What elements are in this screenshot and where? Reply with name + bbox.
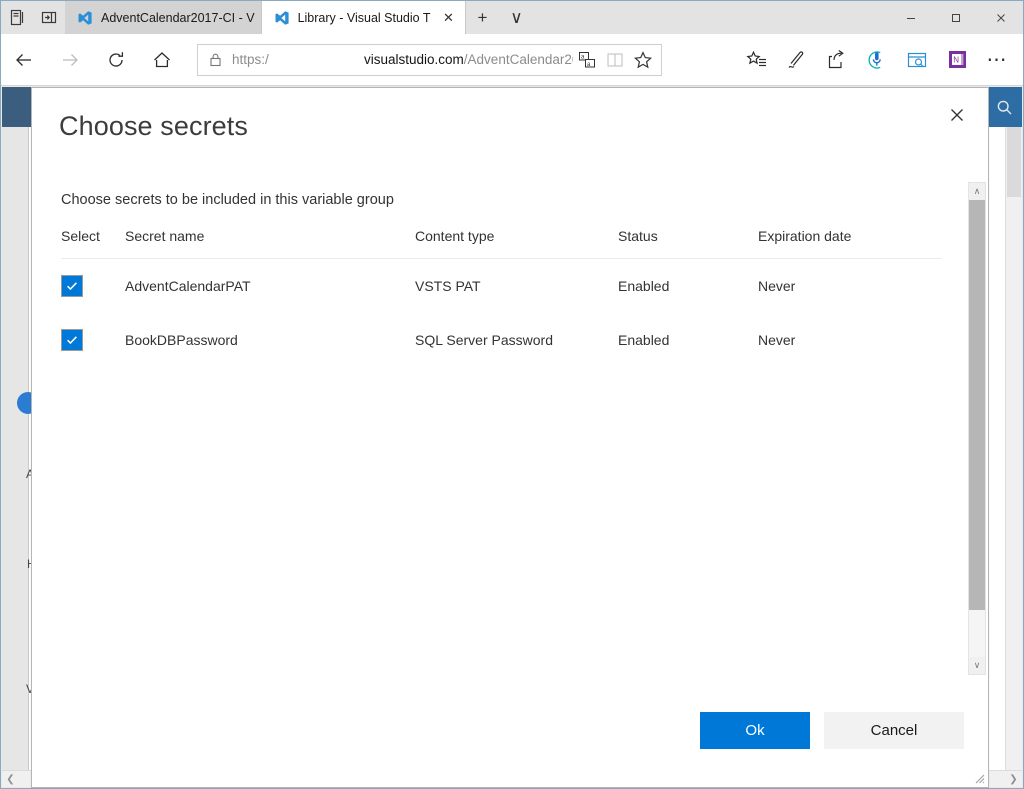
back-icon[interactable]	[4, 40, 44, 80]
more-icon[interactable]: ⋯	[977, 40, 1017, 80]
svg-text:N: N	[953, 56, 959, 65]
resize-grip[interactable]	[971, 770, 985, 784]
visual-studio-icon	[77, 10, 93, 26]
web-note-icon[interactable]	[777, 40, 817, 80]
url-text[interactable]: https:/ visualstudio.com/AdventCalendar2…	[226, 45, 573, 75]
row-select-cell	[61, 313, 125, 367]
tab-list-chevron-down-icon[interactable]: ∨	[500, 1, 534, 34]
choose-secrets-dialog: Choose secrets Choose secrets to be incl…	[31, 87, 989, 788]
secret-checkbox[interactable]	[61, 329, 83, 351]
tab-strip: AdventCalendar2017-CI - V Library - Visu…	[1, 1, 1023, 34]
row-content-type: SQL Server Password	[415, 332, 553, 348]
row-secret-name: AdventCalendarPAT	[125, 278, 251, 294]
secrets-table: Select Secret name Content type Status E…	[61, 228, 941, 367]
ok-button[interactable]: Ok	[700, 712, 810, 749]
tabs-you-set-aside-icon[interactable]	[33, 1, 65, 34]
url-host-and-path: visualstudio.com/AdventCalendar2017	[364, 52, 573, 67]
maximize-button[interactable]	[933, 1, 978, 34]
translate-icon[interactable]: a a	[573, 46, 601, 74]
scroll-up-icon[interactable]: ∧	[969, 183, 985, 200]
row-status: Enabled	[618, 332, 670, 348]
search-icon[interactable]	[986, 87, 1022, 127]
minimize-button[interactable]	[888, 1, 933, 34]
browser-toolbar-actions: N ⋯	[737, 40, 1023, 80]
column-header-status: Status	[618, 228, 758, 259]
url-path-text: /AdventCalendar2017	[463, 52, 573, 67]
row-content-type: VSTS PAT	[415, 278, 481, 294]
scroll-down-icon[interactable]: ∨	[969, 657, 985, 674]
reading-view-icon[interactable]	[601, 46, 629, 74]
column-header-secret-name: Secret name	[125, 228, 415, 259]
reading-list-icon[interactable]	[897, 40, 937, 80]
dialog-subtitle: Choose secrets to be included in this va…	[61, 192, 394, 208]
table-row[interactable]: AdventCalendarPAT VSTS PAT Enabled Never	[61, 259, 941, 314]
navigation-toolbar: https:/ visualstudio.com/AdventCalendar2…	[1, 34, 1023, 86]
scroll-left-icon[interactable]: ❮	[2, 771, 19, 788]
column-header-content-type: Content type	[415, 228, 618, 259]
secrets-table-header-row: Select Secret name Content type Status E…	[61, 228, 941, 259]
dialog-title: Choose secrets	[59, 111, 248, 141]
page-left-sidebar	[2, 127, 29, 787]
favorites-hub-icon[interactable]	[737, 40, 777, 80]
star-icon[interactable]	[629, 46, 657, 74]
address-bar[interactable]: https:/ visualstudio.com/AdventCalendar2…	[197, 43, 662, 76]
row-select-cell	[61, 259, 125, 314]
close-window-button[interactable]	[978, 1, 1023, 34]
browser-tab-1-title: AdventCalendar2017-CI - V	[101, 10, 255, 25]
visual-studio-icon	[274, 10, 290, 26]
row-expiration: Never	[758, 332, 796, 348]
url-scheme: https:/	[232, 52, 269, 67]
browser-tab-1[interactable]: AdventCalendar2017-CI - V	[65, 1, 262, 34]
secret-checkbox[interactable]	[61, 275, 83, 297]
row-status: Enabled	[618, 278, 670, 294]
scroll-right-icon[interactable]: ❯	[1005, 771, 1022, 788]
new-tab-button[interactable]: +	[466, 1, 500, 34]
tab-close-icon[interactable]: ✕	[439, 8, 459, 28]
url-host-text: visualstudio.com	[364, 52, 464, 67]
lock-icon	[208, 52, 226, 67]
browser-tab-2[interactable]: Library - Visual Studio T ✕	[261, 1, 466, 34]
dialog-vertical-scrollbar[interactable]: ∧ ∨	[968, 182, 986, 675]
cancel-button[interactable]: Cancel	[824, 712, 964, 749]
secrets-table-body: AdventCalendarPAT VSTS PAT Enabled Never…	[61, 259, 941, 368]
forward-icon[interactable]	[50, 40, 90, 80]
browser-window: AdventCalendar2017-CI - V Library - Visu…	[0, 0, 1024, 789]
dialog-scrollbar-thumb[interactable]	[969, 200, 985, 610]
window-controls	[888, 1, 1023, 34]
share-icon[interactable]	[817, 40, 857, 80]
set-aside-tabs-icon[interactable]	[1, 1, 33, 34]
refresh-icon[interactable]	[96, 40, 136, 80]
browser-tab-2-title: Library - Visual Studio T	[297, 10, 431, 25]
secrets-table-head: Select Secret name Content type Status E…	[61, 228, 941, 259]
column-header-expiration-date: Expiration date	[758, 228, 941, 259]
cortana-icon[interactable]	[857, 40, 897, 80]
row-secret-name: BookDBPassword	[125, 332, 238, 348]
table-row[interactable]: BookDBPassword SQL Server Password Enabl…	[61, 313, 941, 367]
page-vertical-scrollbar[interactable]	[1005, 127, 1022, 770]
page-vertical-scrollbar-thumb[interactable]	[1007, 127, 1021, 197]
column-header-select: Select	[61, 228, 125, 259]
home-icon[interactable]	[142, 40, 182, 80]
onenote-clipper-icon[interactable]: N	[937, 40, 977, 80]
dialog-footer: Ok Cancel	[32, 687, 988, 787]
row-expiration: Never	[758, 278, 796, 294]
dialog-close-icon[interactable]	[940, 100, 974, 130]
